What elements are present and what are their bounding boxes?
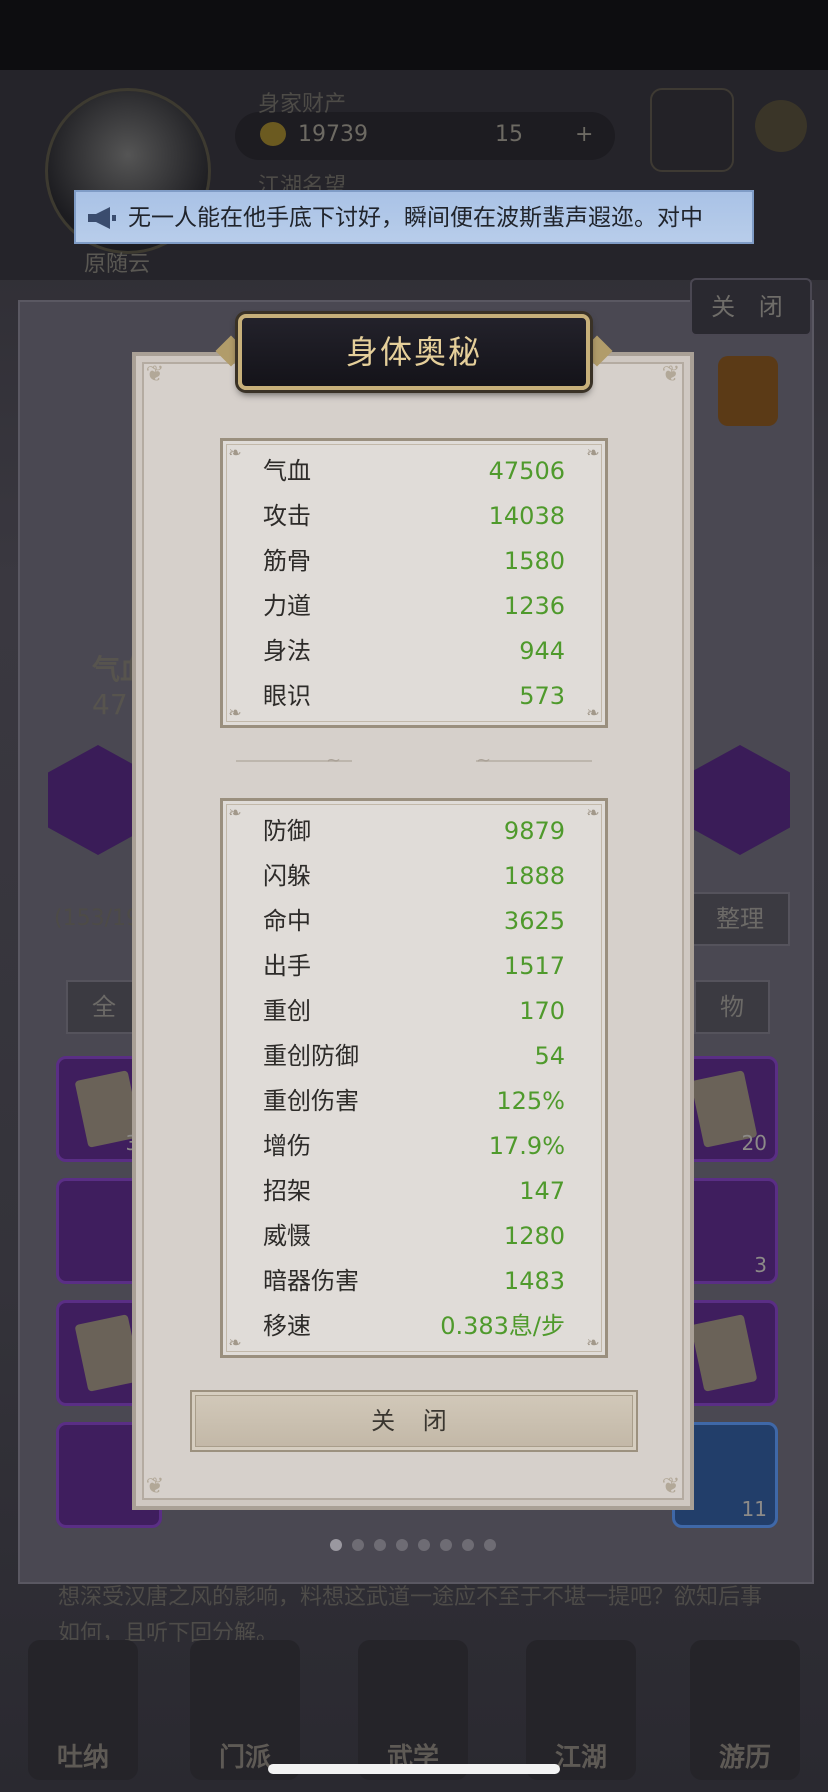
stat-label: 暗器伤害: [263, 1267, 359, 1295]
ornament-icon: ❦: [661, 362, 681, 387]
stat-row: 移速 0.383息/步: [223, 1304, 605, 1349]
stat-row: 重创 170: [223, 989, 605, 1034]
stat-value: 1483: [503, 1267, 565, 1295]
stat-label: 防御: [263, 817, 311, 845]
stat-row: 重创防御 54: [223, 1034, 605, 1079]
stat-row: 闪躲 1888: [223, 854, 605, 899]
stat-label: 移速: [263, 1312, 311, 1340]
close-button[interactable]: 关 闭: [190, 1390, 638, 1452]
gear-icon[interactable]: [755, 100, 807, 152]
stat-label: 命中: [263, 907, 311, 935]
divider-ornament: ~: [476, 750, 492, 771]
stat-value: 170: [519, 997, 565, 1025]
stat-row: 身法 944: [223, 629, 605, 674]
stat-value: 1517: [503, 952, 565, 980]
stat-value: 0.383息/步: [440, 1312, 565, 1340]
nav-travel[interactable]: 游历: [690, 1640, 800, 1780]
divider-ornament: ~: [326, 750, 342, 771]
stat-label: 重创: [263, 997, 311, 1025]
coin-icon: [260, 122, 286, 146]
home-indicator[interactable]: [268, 1764, 560, 1774]
stat-row: 出手 1517: [223, 944, 605, 989]
stat-label: 筋骨: [263, 547, 311, 575]
stat-label: 招架: [263, 1177, 311, 1205]
slot-count: 11: [741, 1497, 767, 1521]
slot-count: 3: [754, 1253, 767, 1277]
ornament-icon: ❦: [661, 1474, 681, 1499]
stat-row: 重创伤害 125%: [223, 1079, 605, 1124]
stat-value: 17.9%: [488, 1132, 565, 1160]
primary-stats-box: ❧ ❧ ❧ ❧ 气血 47506 攻击 14038 筋骨 1580 力道 1236 身法 944 眼…: [220, 438, 608, 728]
nav-label: 游历: [718, 1743, 771, 1773]
stat-fragment-value: 47: [92, 688, 128, 721]
stat-label: 闪躲: [263, 862, 311, 890]
ticket-count: 15: [495, 122, 523, 147]
player-name: 原随云: [84, 252, 151, 277]
stat-label: 眼识: [263, 682, 311, 710]
stat-value: 125%: [496, 1087, 565, 1115]
stat-row: 攻击 14038: [223, 494, 605, 539]
bag-capacity: (153/19: [54, 906, 140, 931]
stat-value: 14038: [488, 502, 565, 530]
stat-value: 1236: [503, 592, 565, 620]
stat-label: 增伤: [263, 1132, 311, 1160]
nav-sect[interactable]: 门派: [190, 1640, 300, 1780]
nav-tunа[interactable]: 吐纳: [28, 1640, 138, 1780]
megaphone-icon: [88, 207, 116, 229]
sort-button[interactable]: 整理: [690, 892, 790, 946]
stat-label: 出手: [263, 952, 311, 980]
stat-row: 威慑 1280: [223, 1214, 605, 1259]
stat-value: 147: [519, 1177, 565, 1205]
page-dots: [330, 1536, 506, 1555]
stat-row: 增伤 17.9%: [223, 1124, 605, 1169]
stat-value: 944: [519, 637, 565, 665]
tab-all[interactable]: 全: [66, 980, 142, 1034]
stat-value: 3625: [503, 907, 565, 935]
stat-value: 9879: [503, 817, 565, 845]
resource-bar: [235, 112, 615, 160]
stat-value: 1280: [503, 1222, 565, 1250]
ornament-icon: ❦: [145, 362, 165, 387]
stat-row: 防御 9879: [223, 809, 605, 854]
modal-title: 身体奥秘: [345, 333, 482, 371]
stat-label: 身法: [263, 637, 311, 665]
stat-label: 威慑: [263, 1222, 311, 1250]
modal-title-plate: 身体奥秘: [238, 314, 590, 390]
stat-row: 暗器伤害 1483: [223, 1259, 605, 1304]
stat-value: 573: [519, 682, 565, 710]
announcement-banner: 无一人能在他手底下讨好，瞬间便在波斯蜚声遐迩。对中: [74, 190, 754, 244]
stat-value: 1580: [503, 547, 565, 575]
stat-row: 命中 3625: [223, 899, 605, 944]
slot-count: 20: [741, 1131, 767, 1155]
nav-martial-arts[interactable]: 武学: [358, 1640, 468, 1780]
announcement-text: 无一人能在他手底下讨好，瞬间便在波斯蜚声遐迩。对中: [128, 205, 703, 231]
divider-line: [476, 760, 592, 762]
tab-items[interactable]: 物: [694, 980, 770, 1034]
stat-value: 47506: [488, 457, 565, 485]
scroll-icon: [690, 1314, 758, 1392]
add-currency-button[interactable]: +: [575, 122, 593, 147]
stat-row: 眼识 573: [223, 674, 605, 719]
ornament-icon: ❦: [145, 1474, 165, 1499]
stat-row: 气血 47506: [223, 449, 605, 494]
stat-value: 1888: [503, 862, 565, 890]
stat-row: 筋骨 1580: [223, 539, 605, 584]
charm-icon[interactable]: [718, 356, 778, 426]
nav-label: 吐纳: [56, 1743, 109, 1773]
yinyang-icon[interactable]: [650, 88, 734, 172]
stat-row: 招架 147: [223, 1169, 605, 1214]
panel-close-button[interactable]: 关 闭: [690, 278, 812, 336]
stat-label: 重创伤害: [263, 1087, 359, 1115]
stat-label: 重创防御: [263, 1042, 359, 1070]
stat-row: 力道 1236: [223, 584, 605, 629]
stat-label: 力道: [263, 592, 311, 620]
coin-count: 19739: [298, 122, 368, 147]
secondary-stats-box: ❧ ❧ ❧ ❧ 防御 9879 闪躲 1888 命中 3625 出手 1517 重创 170 重创防…: [220, 798, 608, 1358]
stat-value: 54: [534, 1042, 565, 1070]
stat-label: 攻击: [263, 502, 311, 530]
stat-label: 气血: [263, 457, 311, 485]
nav-jianghu[interactable]: 江湖: [526, 1640, 636, 1780]
currency-label: 身家财产: [258, 92, 347, 117]
